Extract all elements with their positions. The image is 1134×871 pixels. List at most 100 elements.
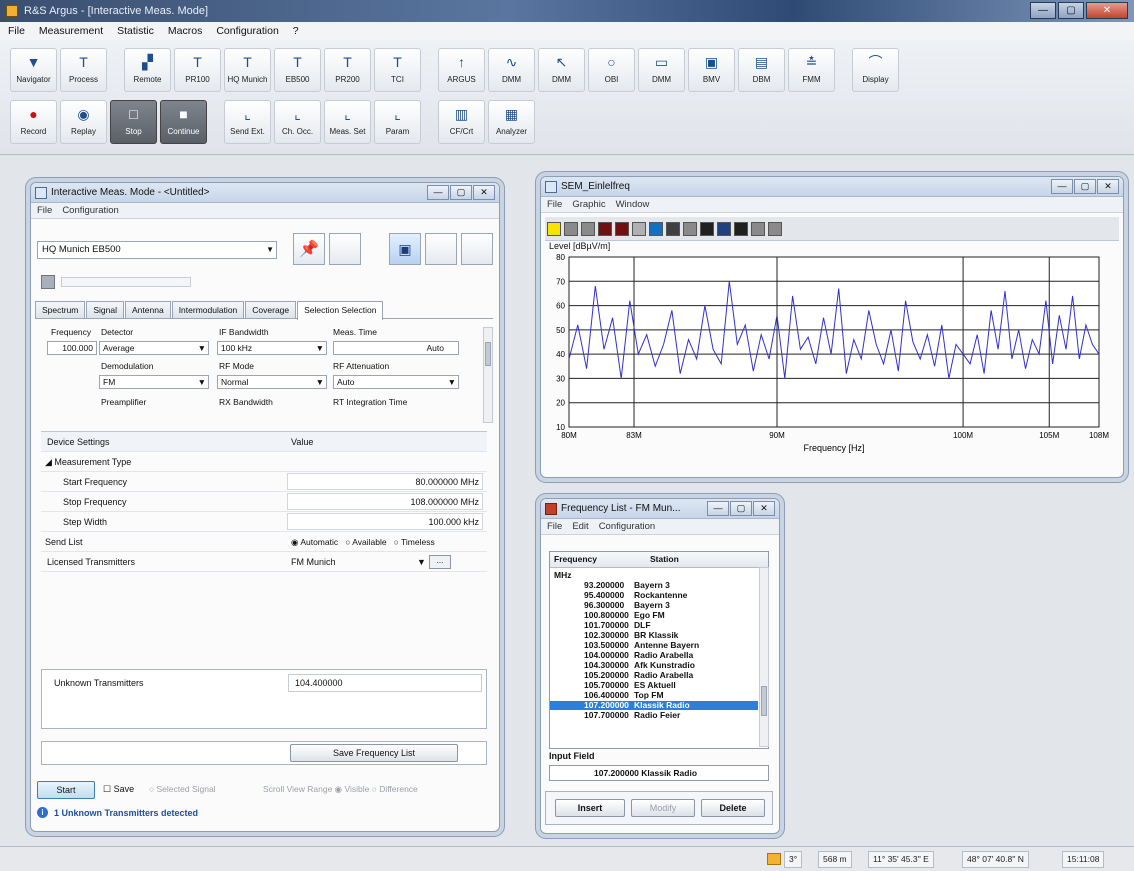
rf-mode-select[interactable]: Normal ▼ xyxy=(217,375,327,389)
color-swatch[interactable] xyxy=(581,222,595,236)
toolbar-process-button[interactable]: T Process xyxy=(60,48,107,92)
pin-button[interactable]: 📌 xyxy=(293,233,325,265)
tab-antenna[interactable]: Antenna xyxy=(125,301,171,318)
spec-menu-window[interactable]: Window xyxy=(616,197,650,212)
params-scrollbar[interactable] xyxy=(483,327,493,423)
color-swatch[interactable] xyxy=(547,222,561,236)
toolbar-hq-munich-button[interactable]: T HQ Munich xyxy=(224,48,271,92)
list-item[interactable]: 100.800000 Ego FM xyxy=(550,611,758,620)
list-item[interactable]: 104.300000 Afk Kunstradio xyxy=(550,661,758,670)
minimize-button[interactable]: — xyxy=(1030,2,1056,19)
tab-selection[interactable]: Selection Selection xyxy=(297,301,384,320)
color-swatch[interactable] xyxy=(649,222,663,236)
rf-attenuation-select[interactable]: Auto ▼ xyxy=(333,375,459,389)
if-bandwidth-select[interactable]: 100 kHz ▼ xyxy=(217,341,327,355)
toolbar-meas-set-button[interactable]: ⌞ Meas. Set xyxy=(324,100,371,144)
flist-minimize-button[interactable]: — xyxy=(707,501,729,516)
toolbar-navigator-button[interactable]: ▼ Navigator xyxy=(10,48,57,92)
toolbar-display-button[interactable]: ⌒ Display xyxy=(852,48,899,92)
toolbar-cf-crt-button[interactable]: ▥ CF/Crt xyxy=(438,100,485,144)
menu-macros[interactable]: Macros xyxy=(166,22,204,40)
licensed-transmitters-select[interactable]: FM Munich xyxy=(291,552,336,572)
toolbar-obi-button[interactable]: ○ OBI xyxy=(588,48,635,92)
menu-measurement[interactable]: Measurement xyxy=(37,22,105,40)
menu-help[interactable]: ? xyxy=(291,22,301,40)
detector-select[interactable]: Average ▼ xyxy=(99,341,209,355)
blank-button-1[interactable] xyxy=(329,233,361,265)
toolbar-dmm-button[interactable]: ∿ DMM xyxy=(488,48,535,92)
scroll-view-range-option[interactable]: Scroll View Range ◉ Visible ○ Difference xyxy=(263,784,418,795)
insert-button[interactable]: Insert xyxy=(555,799,625,817)
color-swatch[interactable] xyxy=(768,222,782,236)
demodulation-select[interactable]: FM ▼ xyxy=(99,375,209,389)
toolbar-pr200-button[interactable]: T PR200 xyxy=(324,48,371,92)
toolbar-fmm-button[interactable]: ≛ FMM xyxy=(788,48,835,92)
color-swatch[interactable] xyxy=(683,222,697,236)
color-swatch[interactable] xyxy=(598,222,612,236)
toolbar-record-button[interactable]: ● Record xyxy=(10,100,57,144)
level-slider[interactable] xyxy=(61,277,191,287)
input-field[interactable]: 107.200000 Klassik Radio xyxy=(549,765,769,781)
measurement-type-category[interactable]: ◢ Measurement Type xyxy=(41,452,487,472)
delete-button[interactable]: Delete xyxy=(701,799,765,817)
toolbar-bmv-button[interactable]: ▣ BMV xyxy=(688,48,735,92)
spec-minimize-button[interactable]: — xyxy=(1051,179,1073,194)
list-icon[interactable] xyxy=(41,275,55,289)
blank-button-2[interactable] xyxy=(425,233,457,265)
tab-coverage[interactable]: Coverage xyxy=(245,301,297,318)
color-swatch[interactable] xyxy=(615,222,629,236)
toolbar-remote-button[interactable]: ▞ Remote xyxy=(124,48,171,92)
imm-minimize-button[interactable]: — xyxy=(427,185,449,200)
display-mode-button[interactable]: ▣ xyxy=(389,233,421,265)
toolbar-param-button[interactable]: ⌞ Param xyxy=(374,100,421,144)
toolbar-tci-button[interactable]: T TCI xyxy=(374,48,421,92)
color-swatch[interactable] xyxy=(751,222,765,236)
flist-close-button[interactable]: ✕ xyxy=(753,501,775,516)
toolbar-ch-occ-button[interactable]: ⌞ Ch. Occ. xyxy=(274,100,321,144)
color-swatch[interactable] xyxy=(717,222,731,236)
toolbar-analyzer-button[interactable]: ▦ Analyzer xyxy=(488,100,535,144)
list-item[interactable]: 106.400000 Top FM xyxy=(550,691,758,700)
imm-menu-file[interactable]: File xyxy=(37,203,52,218)
imm-maximize-button[interactable]: ▢ xyxy=(450,185,472,200)
toolbar-replay-button[interactable]: ◉ Replay xyxy=(60,100,107,144)
col-station[interactable]: Station xyxy=(650,554,679,564)
list-item[interactable]: 107.200000 Klassik Radio xyxy=(550,701,758,710)
flist-maximize-button[interactable]: ▢ xyxy=(730,501,752,516)
maximize-button[interactable]: ▢ xyxy=(1058,2,1084,19)
list-scrollbar[interactable] xyxy=(759,567,769,747)
toolbar-argus-button[interactable]: ↑ ARGUS xyxy=(438,48,485,92)
toolbar-dmm-button[interactable]: ▭ DMM xyxy=(638,48,685,92)
modify-button[interactable]: Modify xyxy=(631,799,695,817)
flist-menu-configuration[interactable]: Configuration xyxy=(599,519,656,534)
list-item[interactable]: 105.700000 ES Aktuell xyxy=(550,681,758,690)
spec-close-button[interactable]: ✕ xyxy=(1097,179,1119,194)
color-swatch[interactable] xyxy=(666,222,680,236)
list-item[interactable]: 107.700000 Radio Feier xyxy=(550,711,758,720)
color-swatch[interactable] xyxy=(700,222,714,236)
spec-menu-graphic[interactable]: Graphic xyxy=(572,197,605,212)
close-button[interactable]: ✕ xyxy=(1086,2,1128,19)
list-item[interactable]: 95.400000 Rockantenne xyxy=(550,591,758,600)
list-item[interactable]: 105.200000 Radio Arabella xyxy=(550,671,758,680)
toolbar-dbm-button[interactable]: ▤ DBM xyxy=(738,48,785,92)
flist-menu-edit[interactable]: Edit xyxy=(572,519,588,534)
toolbar-continue-button[interactable]: ■ Continue xyxy=(160,100,207,144)
save-frequency-list-button[interactable]: Save Frequency List xyxy=(290,744,458,762)
frequency-input[interactable]: 100.000 xyxy=(47,341,97,355)
toolbar-dmm-button[interactable]: ↖ DMM xyxy=(538,48,585,92)
unknown-transmitters-field[interactable]: 104.400000 xyxy=(288,674,482,692)
scrollbar-thumb[interactable] xyxy=(485,342,491,366)
imm-close-button[interactable]: ✕ xyxy=(473,185,495,200)
radio-available[interactable]: ○ Available xyxy=(345,537,386,547)
device-select[interactable]: HQ Munich EB500 ▼ xyxy=(37,241,277,259)
menu-file[interactable]: File xyxy=(6,22,27,40)
color-swatch[interactable] xyxy=(734,222,748,236)
color-swatch[interactable] xyxy=(564,222,578,236)
blank-button-3[interactable] xyxy=(461,233,493,265)
list-item[interactable]: 103.500000 Antenne Bayern xyxy=(550,641,758,650)
toolbar-pr100-button[interactable]: T PR100 xyxy=(174,48,221,92)
toolbar-stop-button[interactable]: □ Stop xyxy=(110,100,157,144)
imm-menu-configuration[interactable]: Configuration xyxy=(62,203,119,218)
toolbar-eb500-button[interactable]: T EB500 xyxy=(274,48,321,92)
